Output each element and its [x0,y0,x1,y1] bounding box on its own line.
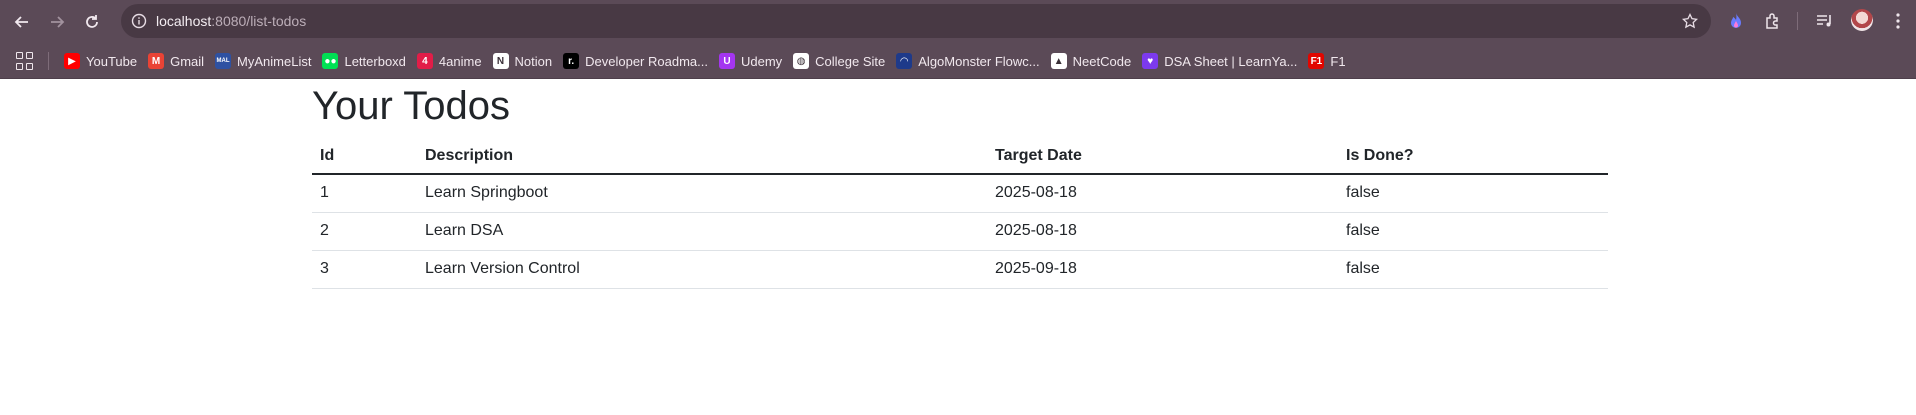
cell-is-done: false [1338,212,1608,251]
reload-icon [86,15,98,28]
bookmark-item[interactable]: ◍ College Site [791,47,891,75]
bookmark-item[interactable]: MAL MyAnimeList [213,47,317,75]
bookmark-item[interactable]: ♥ DSA Sheet | LearnYa... [1140,47,1303,75]
bookmark-label: F1 [1330,53,1346,69]
notion-icon: N [492,53,509,69]
media-controls-icon[interactable] [1814,10,1836,32]
arrow-right-icon [51,16,65,28]
bookmark-item[interactable]: ◠ AlgoMonster Flowc... [894,47,1045,75]
youtube-icon: ▶ [64,53,80,69]
bookmark-label: Letterboxd [344,53,406,69]
todos-table: Id Description Target Date Is Done? 1 Lea… [312,138,1608,289]
cell-id: 2 [312,212,417,251]
bookmark-item[interactable]: M Gmail [146,47,210,75]
roadmap-icon: r. [563,53,580,69]
toolbar-divider [1797,12,1798,30]
table-header-row: Id Description Target Date Is Done? [312,138,1608,175]
bookmark-item[interactable]: r. Developer Roadma... [561,47,714,75]
bookmark-label: MyAnimeList [237,53,312,69]
cell-target-date: 2025-08-18 [987,174,1338,213]
neetcode-icon: ▲ [1050,53,1067,69]
column-header-id: Id [312,138,417,175]
algomonster-icon: ◠ [896,53,913,69]
column-header-is-done: Is Done? [1338,138,1608,175]
bookmark-label: Notion [514,53,553,69]
table-row: 3 Learn Version Control 2025-09-18 false [312,250,1608,289]
extensions-puzzle-icon[interactable] [1762,10,1784,32]
apps-grid-icon[interactable] [16,52,34,70]
bookmark-item[interactable]: ▲ NeetCode [1049,47,1138,75]
url-path: :8080/list-todos [211,13,307,29]
cell-id: 1 [312,174,417,213]
bookmark-label: Udemy [740,53,783,69]
letterboxd-icon: ●● [322,53,339,69]
bookmarks-divider [48,52,49,70]
learnyard-icon: ♥ [1142,53,1159,69]
bookmark-label: Developer Roadma... [585,53,708,69]
bookmarks-bar: ▶ YouTube M Gmail MAL MyAnimeList ●● Letterboxd… [0,43,1916,79]
profile-avatar[interactable] [1851,9,1873,31]
bookmark-item[interactable]: F1 F1 [1306,47,1351,75]
reload-button[interactable] [78,8,106,36]
more-menu-icon[interactable] [1887,10,1909,32]
bookmark-star-icon[interactable] [1681,12,1699,30]
table-row: 2 Learn DSA 2025-08-18 false [312,212,1608,251]
bookmark-item[interactable]: 4 4anime [415,47,488,75]
gmail-icon: M [148,53,165,69]
globe-icon: ◍ [793,53,810,69]
url-text: localhost:8080/list-todos [156,4,306,38]
bookmark-label: DSA Sheet | LearnYa... [1164,53,1298,69]
arrow-left-icon [14,16,28,28]
cell-target-date: 2025-08-18 [987,212,1338,251]
cell-description: Learn DSA [417,212,987,251]
bookmark-item[interactable]: ▶ YouTube [62,47,143,75]
bookmark-label: College Site [815,53,886,69]
f1-icon: F1 [1308,53,1325,69]
extension-flame-icon[interactable] [1725,10,1747,32]
back-button[interactable] [8,8,36,36]
todos-page: Your Todos Id Description Target Date Is… [312,80,1608,289]
cell-description: Learn Springboot [417,174,987,213]
bookmark-label: NeetCode [1072,53,1132,69]
cell-target-date: 2025-09-18 [987,250,1338,289]
udemy-icon: U [718,53,735,69]
address-bar[interactable]: localhost:8080/list-todos [121,4,1711,38]
cell-description: Learn Version Control [417,250,987,289]
bookmark-label: 4anime [438,53,482,69]
browser-toolbar: localhost:8080/list-todos [0,0,1916,43]
bookmark-label: AlgoMonster Flowc... [918,53,1040,69]
table-row: 1 Learn Springboot 2025-08-18 false [312,174,1608,213]
bookmark-item[interactable]: U Udemy [717,47,788,75]
site-info-icon[interactable] [130,12,148,30]
bookmark-label: YouTube [86,53,138,69]
page-title: Your Todos [312,84,510,128]
cell-is-done: false [1338,174,1608,213]
myanimelist-icon: MAL [215,53,232,69]
bookmark-item[interactable]: ●● Letterboxd [320,47,411,75]
forward-button[interactable] [43,8,71,36]
url-host: localhost [156,13,212,29]
bookmark-item[interactable]: N Notion [491,47,559,75]
cell-id: 3 [312,250,417,289]
column-header-target-date: Target Date [987,138,1338,175]
bookmark-list: ▶ YouTube M Gmail MAL MyAnimeList ●● Letterboxd… [62,43,1355,79]
cell-is-done: false [1338,250,1608,289]
4anime-icon: 4 [416,53,433,69]
bookmark-label: Gmail [170,53,205,69]
column-header-description: Description [417,138,987,175]
